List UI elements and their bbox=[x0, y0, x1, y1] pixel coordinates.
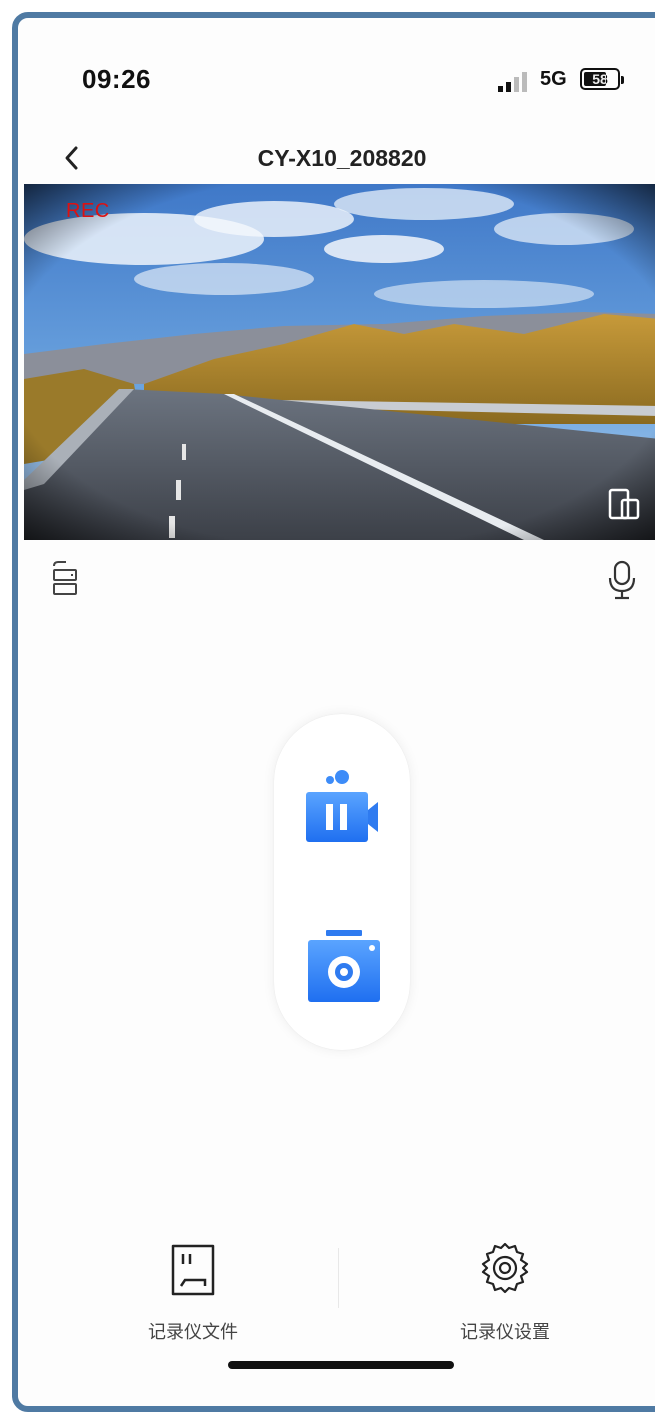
phone-screen: 09:26 5G 58 CY-X10_208820 REC 记录仪文件 记录仪设… bbox=[12, 12, 655, 1412]
gear-icon bbox=[481, 1242, 529, 1294]
bottom-divider bbox=[338, 1248, 339, 1308]
microphone-icon bbox=[608, 560, 636, 600]
sd-card-icon bbox=[171, 1244, 215, 1296]
battery-level: 58 bbox=[592, 71, 608, 87]
recorder-files-label: 记录仪文件 bbox=[148, 1322, 238, 1343]
camera-icon bbox=[308, 930, 380, 1002]
recorder-settings-label: 记录仪设置 bbox=[460, 1322, 550, 1343]
microphone-button[interactable] bbox=[604, 558, 640, 602]
battery-icon: 58 bbox=[580, 68, 624, 90]
record-pause-button[interactable] bbox=[298, 766, 386, 850]
signal-icon bbox=[498, 72, 527, 92]
video-pause-icon bbox=[306, 770, 378, 842]
nav-bar: CY-X10_208820 bbox=[18, 130, 655, 190]
live-video-preview[interactable]: REC bbox=[24, 184, 655, 540]
rotate-button[interactable] bbox=[46, 558, 86, 598]
status-time: 09:26 bbox=[82, 64, 151, 94]
bottom-bar: 记录仪文件 记录仪设置 bbox=[18, 1228, 655, 1348]
snapshot-button[interactable] bbox=[302, 926, 386, 1010]
fullscreen-button[interactable] bbox=[604, 484, 644, 524]
home-indicator[interactable] bbox=[228, 1361, 454, 1369]
road-scene-image bbox=[24, 184, 655, 540]
tool-row bbox=[18, 548, 655, 608]
page-title: CY-X10_208820 bbox=[257, 145, 427, 171]
recorder-files-button[interactable]: 记录仪文件 bbox=[118, 1240, 268, 1343]
rec-indicator: REC bbox=[66, 200, 110, 222]
fullscreen-icon bbox=[608, 488, 640, 520]
recorder-settings-button[interactable]: 记录仪设置 bbox=[430, 1240, 580, 1343]
rotate-icon bbox=[53, 561, 77, 595]
status-bar: 09:26 5G 58 bbox=[18, 18, 655, 130]
network-label: 5G bbox=[540, 68, 567, 90]
